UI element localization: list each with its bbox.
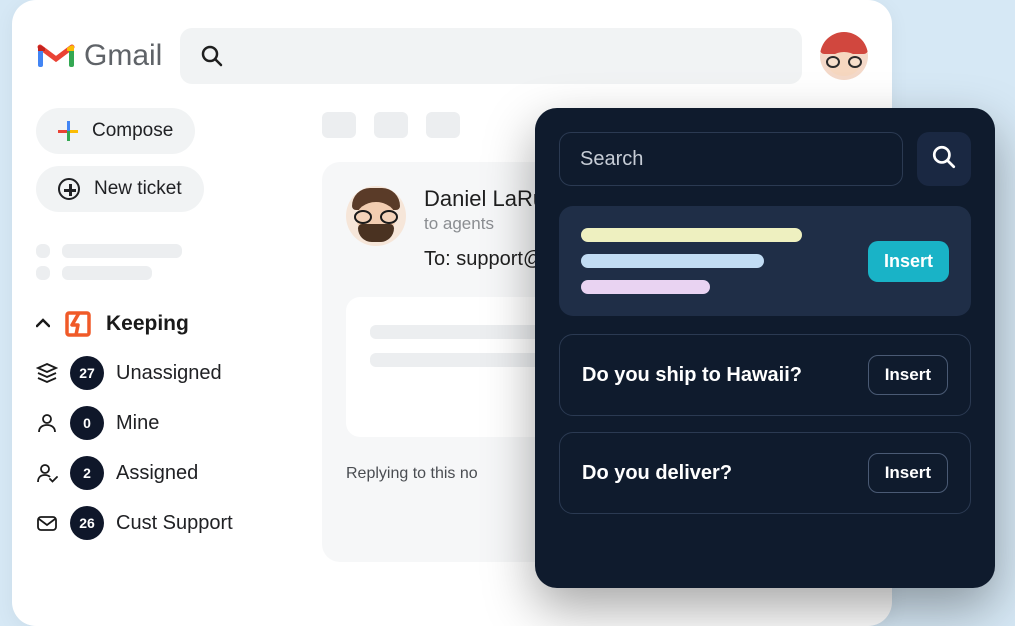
sender-avatar [346, 186, 406, 246]
person-check-icon [36, 462, 58, 484]
folder-mine[interactable]: 0 Mine [36, 406, 276, 440]
new-ticket-button[interactable]: New ticket [36, 166, 204, 212]
snippet-search-button[interactable] [917, 132, 971, 186]
sidebar: Compose New ticket [36, 108, 276, 540]
gmail-mark-icon [36, 41, 76, 71]
count-badge: 26 [70, 506, 104, 540]
chevron-up-icon [36, 315, 50, 333]
envelope-icon [36, 512, 58, 534]
user-avatar[interactable] [820, 32, 868, 80]
insert-button[interactable]: Insert [868, 355, 948, 395]
circle-plus-icon [58, 178, 80, 200]
compose-button[interactable]: Compose [36, 108, 195, 154]
folder-cust-support[interactable]: 26 Cust Support [36, 506, 276, 540]
folder-label: Cust Support [116, 512, 233, 535]
snippet-preview-card[interactable]: Insert [559, 206, 971, 316]
folder-assigned[interactable]: 2 Assigned [36, 456, 276, 490]
insert-button[interactable]: Insert [868, 453, 948, 493]
keeping-logo-icon [64, 310, 92, 338]
snippet-title: Do you deliver? [582, 462, 732, 485]
count-badge: 27 [70, 356, 104, 390]
count-badge: 0 [70, 406, 104, 440]
count-badge: 2 [70, 456, 104, 490]
search-icon [931, 144, 957, 175]
keeping-label: Keeping [106, 312, 189, 336]
folder-label: Mine [116, 412, 159, 435]
gmail-text: Gmail [84, 39, 162, 73]
snippet-preview-lines [581, 228, 850, 294]
sidebar-skeleton [36, 244, 276, 280]
snippet-item-hawaii[interactable]: Do you ship to Hawaii? Insert [559, 334, 971, 416]
new-ticket-label: New ticket [94, 178, 182, 200]
snippet-title: Do you ship to Hawaii? [582, 364, 802, 387]
snippet-search-placeholder: Search [580, 148, 643, 171]
gmail-logo: Gmail [36, 39, 162, 73]
folder-label: Unassigned [116, 362, 222, 385]
snippet-search-input[interactable]: Search [559, 132, 903, 186]
plus-multicolor-icon [58, 121, 78, 141]
header: Gmail [36, 28, 868, 84]
search-icon [200, 44, 224, 68]
insert-button-primary[interactable]: Insert [868, 241, 949, 282]
keeping-section-header[interactable]: Keeping [36, 310, 276, 338]
search-bar[interactable] [180, 28, 802, 84]
snippet-item-deliver[interactable]: Do you deliver? Insert [559, 432, 971, 514]
stack-icon [36, 362, 58, 384]
compose-label: Compose [92, 120, 173, 142]
folder-unassigned[interactable]: 27 Unassigned [36, 356, 276, 390]
snippets-panel: Search Insert Do you ship to Hawaii? Ins… [535, 108, 995, 588]
folder-label: Assigned [116, 462, 198, 485]
person-icon [36, 412, 58, 434]
